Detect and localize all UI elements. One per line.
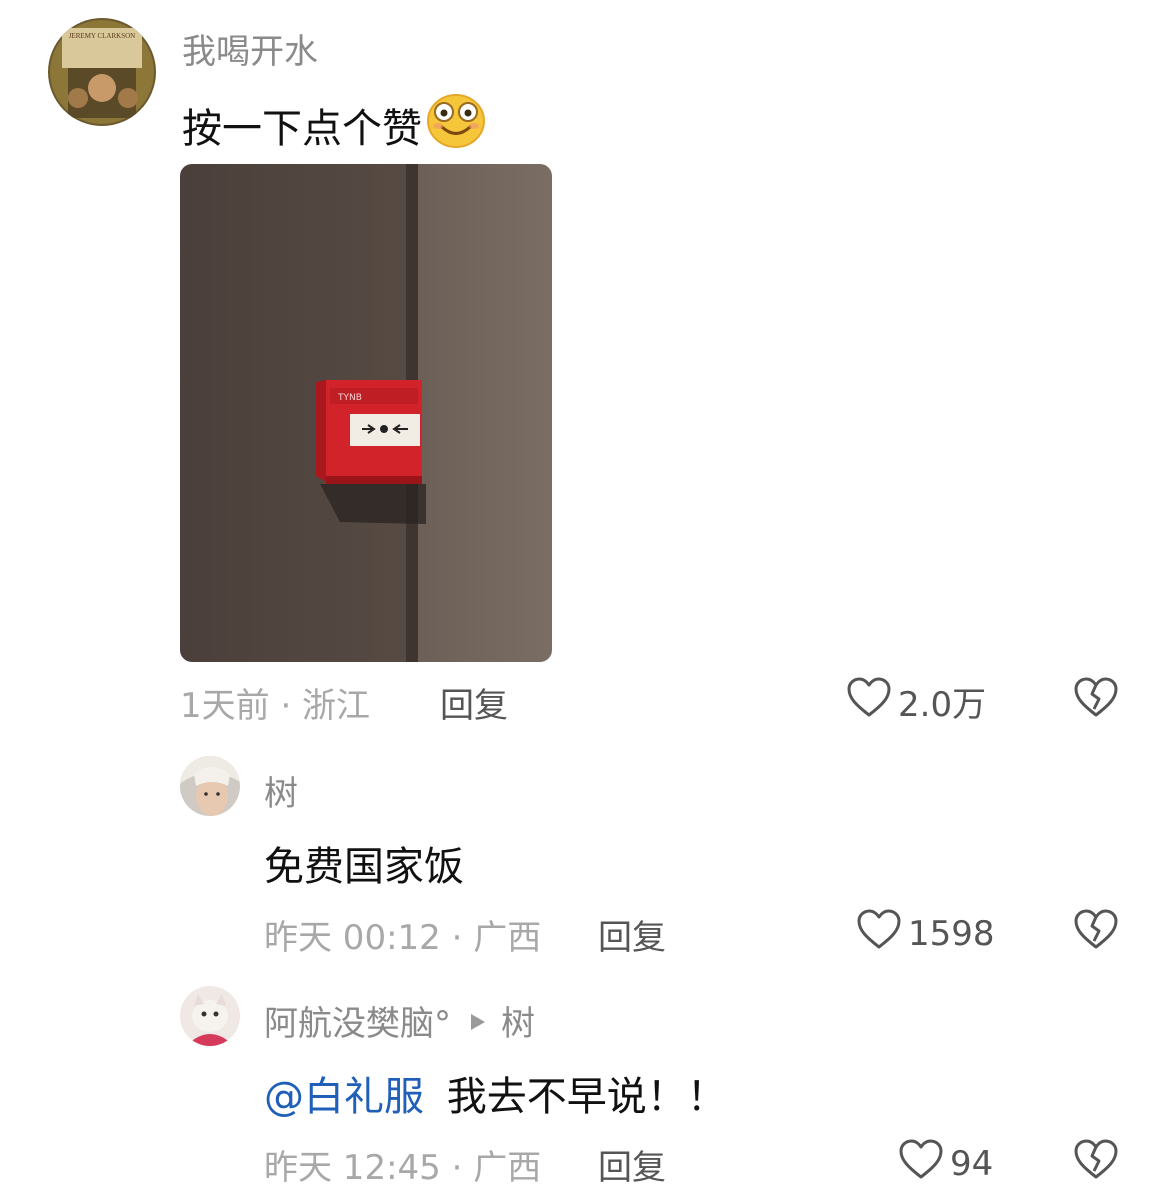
broken-heart-icon: [1073, 909, 1119, 954]
comment-image[interactable]: TYNB: [180, 164, 552, 662]
comment-time-location: 昨天 00:12 · 广西: [264, 918, 542, 958]
avatar-inscription: JEREMY CLARKSON: [68, 32, 136, 40]
like-count: 1598: [908, 913, 995, 954]
username[interactable]: 树: [264, 766, 298, 815]
reply-button[interactable]: 回复: [598, 910, 666, 959]
reply-header: 阿航没樊脑° 树: [264, 996, 535, 1045]
avatar[interactable]: [180, 756, 240, 816]
avatar[interactable]: [180, 986, 240, 1046]
reply-button[interactable]: 回复: [598, 1140, 666, 1189]
like-button[interactable]: 2.0万: [846, 676, 986, 727]
heart-icon: [846, 676, 898, 727]
comment-text: @白礼服 我去不早说！！: [264, 1064, 727, 1122]
reply-to-username[interactable]: 树: [501, 996, 535, 1045]
comment-text-content: 按一下点个赞: [182, 106, 422, 152]
comment-text: 免费国家饭: [264, 844, 464, 890]
heart-icon: [898, 1138, 950, 1189]
svg-text:TYNB: TYNB: [337, 393, 362, 403]
username[interactable]: 我喝开水: [182, 24, 318, 73]
like-count: 94: [950, 1143, 994, 1184]
comment-time-location: 昨天 12:45 · 广西: [264, 1148, 542, 1188]
reply-button[interactable]: 回复: [440, 678, 508, 727]
like-count: 2.0万: [898, 685, 987, 725]
heart-icon: [856, 908, 908, 959]
dislike-button[interactable]: [1073, 908, 1119, 954]
dislike-button[interactable]: [1073, 1138, 1119, 1184]
comment-time-location: 1天前 · 浙江: [180, 686, 371, 726]
avatar[interactable]: JEREMY CLARKSON: [48, 18, 156, 126]
like-button[interactable]: 94: [898, 1138, 993, 1189]
dislike-button[interactable]: [1073, 676, 1119, 722]
comment-text: 按一下点个赞: [182, 92, 486, 158]
smiling-face-emoji-icon: [426, 92, 486, 158]
comment-text-content: 我去不早说！！: [446, 1074, 727, 1120]
reply-arrow-icon: [469, 1001, 487, 1041]
username[interactable]: 阿航没樊脑°: [264, 996, 451, 1045]
mention-link[interactable]: @白礼服: [264, 1074, 424, 1120]
like-button[interactable]: 1598: [856, 908, 995, 959]
broken-heart-icon: [1073, 1139, 1119, 1184]
broken-heart-icon: [1073, 677, 1119, 722]
